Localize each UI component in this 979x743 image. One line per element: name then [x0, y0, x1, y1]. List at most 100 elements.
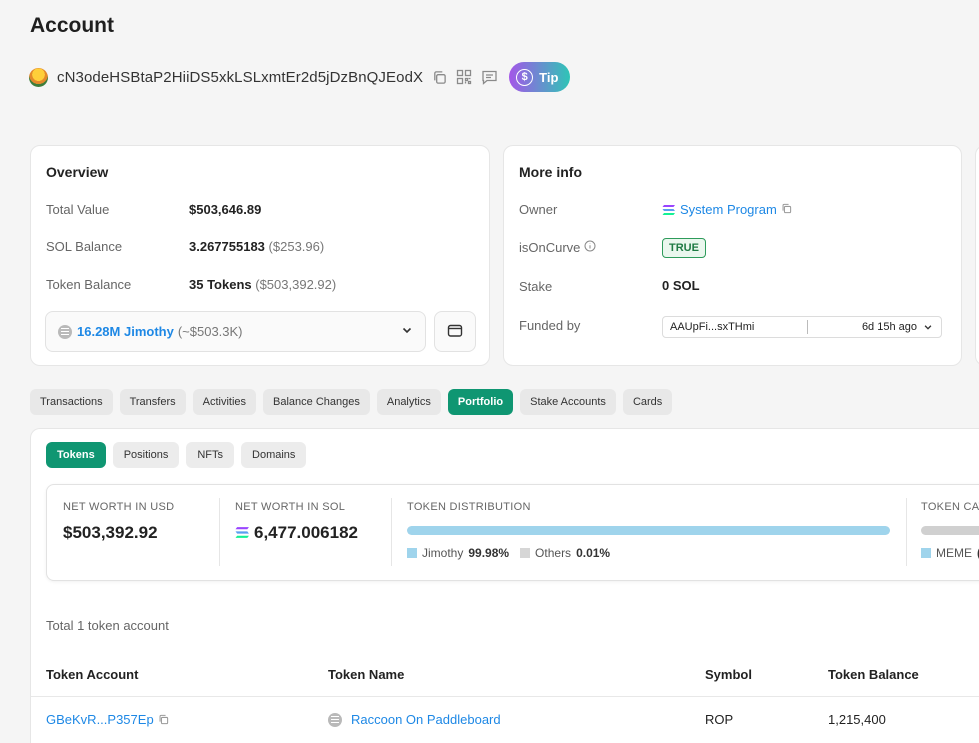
token-account-count: Total 1 token account: [46, 618, 169, 633]
account-tabs: Transactions Transfers Activities Balanc…: [30, 389, 673, 415]
tab-analytics[interactable]: Analytics: [376, 389, 441, 415]
stake-value: 0 SOL: [662, 278, 700, 293]
net-worth-sol-value: 6,477.006182: [254, 523, 358, 542]
net-worth-usd-label: NET WORTH IN USD: [63, 501, 175, 513]
token-name-link[interactable]: Raccoon On Paddleboard: [351, 712, 501, 727]
token-holdings-dropdown[interactable]: 16.28M Jimothy (~$503.3K): [45, 311, 426, 352]
chevron-down-icon: [401, 324, 413, 339]
token-balance-usd: ($503,392.92): [255, 277, 337, 292]
is-on-curve-badge: TRUE: [662, 238, 706, 258]
tab-transactions[interactable]: Transactions: [30, 389, 113, 415]
is-on-curve-label: isOnCurve: [519, 240, 596, 255]
tip-button[interactable]: $ Tip: [509, 62, 571, 92]
stake-label: Stake: [519, 279, 553, 294]
more-info-card: More info Owner System Program isOnCurve…: [503, 145, 962, 366]
solana-icon: [235, 527, 249, 538]
token-distribution-label: TOKEN DISTRIBUTION: [407, 501, 531, 513]
col-header-token-account: Token Account: [46, 667, 139, 682]
table-row-account: GBeKvR...P357Ep: [46, 712, 169, 727]
funded-by-label: Funded by: [519, 318, 581, 333]
subtab-domains[interactable]: Domains: [241, 442, 307, 468]
table-row-balance: 1,215,400: [828, 712, 886, 727]
owner-link[interactable]: System Program: [680, 202, 777, 217]
legend-swatch-meme: [921, 548, 931, 558]
divider: [906, 498, 907, 566]
dollar-coin-icon: $: [516, 68, 534, 86]
overview-title: Overview: [46, 164, 109, 180]
net-worth-sol: 6,477.006182: [235, 523, 358, 543]
divider: [391, 498, 392, 566]
legend-others-pct: 0.01%: [576, 546, 611, 560]
subtab-nfts[interactable]: NFTs: [186, 442, 235, 468]
portfolio-panel: Tokens Positions NFTs Domains NET WORTH …: [30, 428, 979, 743]
divider: [219, 498, 220, 566]
chevron-down-icon: [924, 325, 932, 330]
is-on-curve-text: isOnCurve: [519, 240, 581, 255]
solana-icon: [662, 204, 675, 215]
legend-others-name: Others: [535, 546, 572, 560]
token-select-amount: 16.28M Jimothy: [77, 324, 174, 339]
distribution-legend: Jimothy 99.98% Others 0.01%: [407, 546, 610, 560]
subtab-tokens[interactable]: Tokens: [46, 442, 106, 468]
token-coin-icon: [328, 712, 342, 727]
account-avatar: [29, 67, 48, 87]
tab-balance-changes[interactable]: Balance Changes: [263, 389, 370, 415]
sol-balance-usd: ($253.96): [268, 239, 325, 254]
table-row-token-name: Raccoon On Paddleboard: [328, 712, 501, 727]
message-icon[interactable]: [480, 68, 498, 86]
page-title: Account: [30, 14, 114, 37]
tab-transfers[interactable]: Transfers: [119, 389, 186, 415]
col-header-token-balance: Token Balance: [828, 667, 919, 682]
copy-icon[interactable]: [781, 202, 792, 217]
token-category-label: TOKEN CATE: [921, 501, 979, 513]
tab-activities[interactable]: Activities: [192, 389, 257, 415]
account-address-row: cN3odeHSBtaP2HiiDS5xkLSLxmtEr2d5jDzBnQJE…: [29, 62, 571, 92]
table-row-symbol: ROP: [705, 712, 734, 727]
copy-icon: [159, 714, 168, 725]
extra-card: [975, 145, 979, 366]
token-account-link[interactable]: GBeKvR...P357Ep: [46, 712, 154, 727]
total-value-label: Total Value: [46, 202, 110, 217]
token-balance-value: 35 Tokens: [189, 277, 252, 292]
overview-card: Overview Total Value $503,646.89 SOL Bal…: [30, 145, 490, 366]
info-icon[interactable]: [584, 240, 596, 255]
sol-balance: 3.267755183 ($253.96): [189, 239, 324, 254]
tab-stake-accounts[interactable]: Stake Accounts: [520, 389, 616, 415]
wallet-icon: [447, 323, 463, 341]
token-select-approx: (~$503.3K): [177, 324, 243, 339]
funded-by-time[interactable]: 6d 15h ago: [808, 321, 941, 333]
funded-by-box[interactable]: AAUpFi...sxTHmi 6d 15h ago: [662, 316, 942, 338]
wallet-button[interactable]: [434, 311, 476, 352]
distribution-fill-jimothy: [407, 526, 890, 535]
qr-code-icon[interactable]: [455, 68, 473, 86]
col-header-token-name: Token Name: [328, 667, 405, 682]
token-balance: 35 Tokens ($503,392.92): [189, 277, 336, 292]
legend-jimothy-name: Jimothy: [422, 546, 464, 560]
token-category-bar[interactable]: [921, 526, 979, 535]
legend-jimothy-pct: 99.98%: [468, 546, 510, 560]
token-distribution-bar[interactable]: [407, 526, 890, 535]
legend-swatch-jimothy: [407, 548, 417, 558]
category-legend: MEME(: [921, 546, 979, 560]
net-worth-sol-label: NET WORTH IN SOL: [235, 501, 346, 513]
subtab-positions[interactable]: Positions: [112, 442, 180, 468]
token-balance-label: Token Balance: [46, 277, 132, 292]
owner-value: System Program: [662, 202, 792, 217]
col-header-symbol: Symbol: [705, 667, 752, 682]
portfolio-subtabs: Tokens Positions NFTs Domains: [46, 442, 307, 468]
tab-portfolio[interactable]: Portfolio: [447, 389, 514, 415]
account-address[interactable]: cN3odeHSBtaP2HiiDS5xkLSLxmtEr2d5jDzBnQJE…: [57, 69, 423, 86]
portfolio-stats: NET WORTH IN USD $503,392.92 NET WORTH I…: [46, 484, 979, 581]
tip-label: Tip: [539, 69, 559, 85]
copy-icon[interactable]: [430, 68, 448, 86]
token-coin-icon: [58, 324, 72, 339]
table-header-divider: [31, 696, 979, 697]
net-worth-usd-value: $503,392.92: [63, 523, 158, 542]
legend-meme-name: MEME: [936, 546, 972, 560]
more-info-title: More info: [519, 164, 582, 180]
funded-by-address[interactable]: AAUpFi...sxTHmi: [663, 320, 808, 334]
funded-by-time-text: 6d 15h ago: [861, 321, 917, 333]
total-value: $503,646.89: [189, 202, 262, 217]
sol-balance-value: 3.267755183: [189, 239, 265, 254]
tab-cards[interactable]: Cards: [622, 389, 673, 415]
